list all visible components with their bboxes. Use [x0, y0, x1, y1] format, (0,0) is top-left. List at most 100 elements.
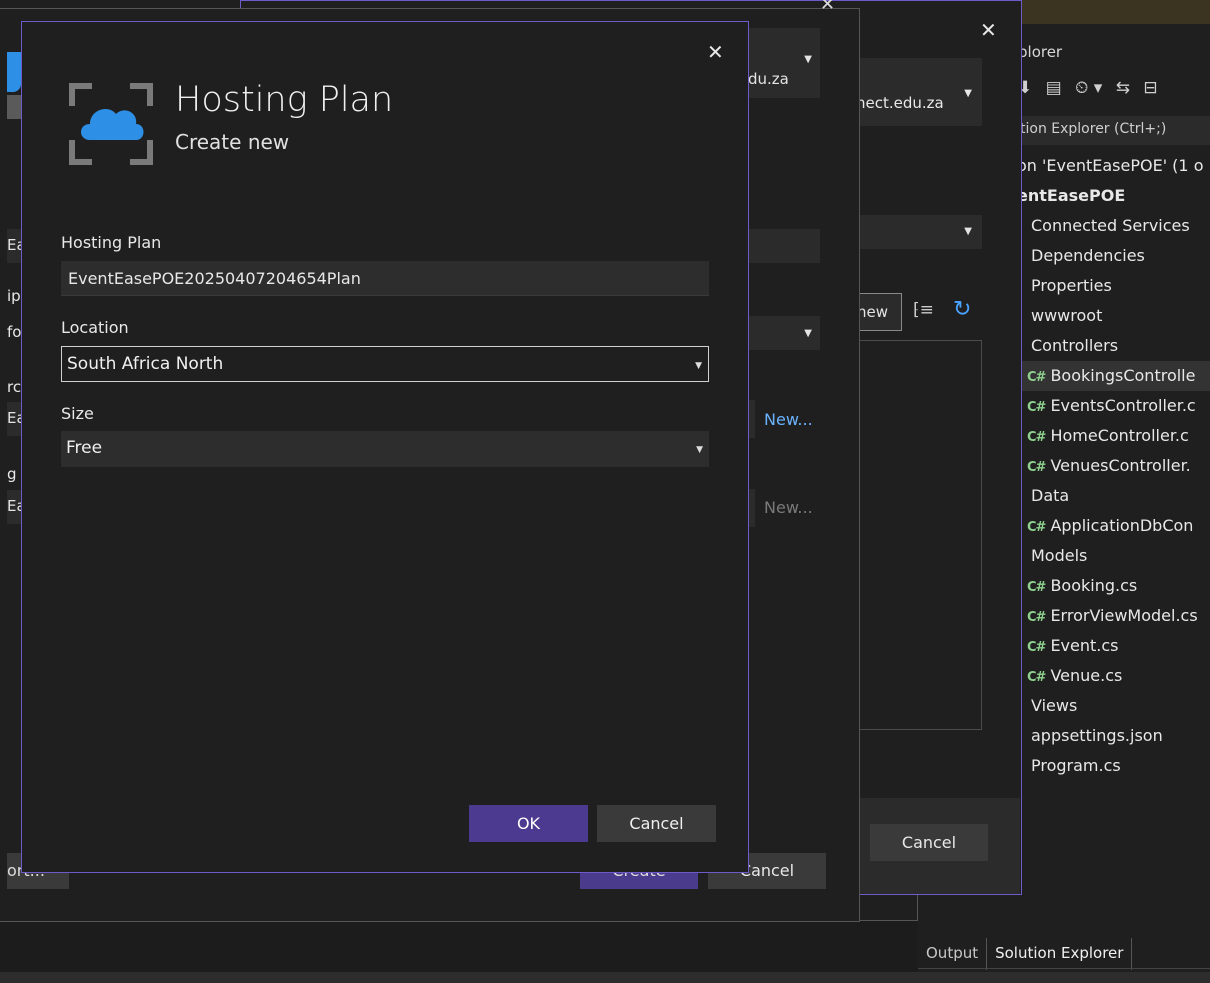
hosting-plan-label: Hosting Plan — [61, 233, 162, 252]
chevron-down-icon: ▼ — [804, 328, 812, 339]
csharp-file-icon: C# — [1027, 580, 1046, 595]
tree-item[interactable]: entEasePOE — [1017, 181, 1210, 211]
middle-cloud-icon — [7, 52, 21, 92]
middle-left-field-2[interactable]: Ea — [7, 402, 21, 436]
location-value: South Africa North — [67, 354, 224, 374]
middle-left-label-2: fo — [7, 323, 22, 341]
tree-item[interactable]: Models — [1017, 541, 1210, 571]
csharp-file-icon: C# — [1027, 370, 1046, 385]
tree-item-label: Models — [1031, 546, 1088, 565]
chevron-down-icon: ▼ — [964, 226, 972, 237]
back-account-text: nect.edu.za — [856, 94, 944, 112]
new-resource-group-link[interactable]: New... — [764, 410, 813, 429]
left-fragment: Ea — [7, 409, 21, 427]
location-dropdown[interactable]: South Africa North ▼ — [61, 346, 709, 382]
tree-item-label: Views — [1031, 696, 1078, 715]
collapse-all-icon[interactable]: ⊟ — [1143, 78, 1157, 98]
tree-item[interactable]: C# Booking.cs — [1017, 571, 1210, 601]
location-label: Location — [61, 318, 129, 337]
tab-solution-explorer[interactable]: Solution Explorer — [986, 938, 1133, 970]
csharp-file-icon: C# — [1027, 670, 1046, 685]
tree-item[interactable]: Views — [1017, 691, 1210, 721]
tree-item[interactable]: C# ErrorViewModel.cs — [1017, 601, 1210, 631]
chevron-down-icon: ▼ — [804, 54, 812, 65]
chevron-down-icon: ▼ — [964, 88, 972, 99]
back-dialog-close-icon[interactable]: ✕ — [980, 18, 997, 42]
tree-item-label: Event.cs — [1050, 636, 1119, 655]
csharp-file-icon: C# — [1027, 640, 1046, 655]
title-bar-strip — [1020, 0, 1210, 24]
tree-item[interactable]: C# HomeController.c — [1017, 421, 1210, 451]
back-account-dropdown[interactable]: nect.edu.za ▼ — [850, 58, 982, 126]
tree-item[interactable]: Program.cs — [1017, 751, 1210, 781]
panel-tabs: Output Solution Explorer — [918, 938, 1133, 970]
middle-left-label-3: rc — [7, 378, 22, 396]
tree-item-label: Data — [1031, 486, 1070, 505]
tree-item[interactable]: C# EventsController.c — [1017, 391, 1210, 421]
tree-item[interactable]: Controllers — [1017, 331, 1210, 361]
middle-subscription-dropdown[interactable]: ▼ — [748, 316, 820, 350]
tree-item[interactable]: Data — [1017, 481, 1210, 511]
middle-left-field-3[interactable]: Ea — [7, 490, 21, 524]
ok-button[interactable]: OK — [469, 805, 588, 842]
tree-item[interactable]: wwwroot — [1017, 301, 1210, 331]
back-resource-list[interactable] — [850, 340, 982, 730]
middle-left-label-4: g — [7, 465, 17, 483]
tree-item[interactable]: C# Event.cs — [1017, 631, 1210, 661]
middle-resource-group-field[interactable] — [748, 400, 755, 438]
hosting-plan-name-input[interactable] — [61, 261, 709, 296]
close-icon[interactable]: ✕ — [707, 40, 724, 64]
middle-hosting-plan-field[interactable] — [748, 489, 755, 527]
tree-item[interactable]: appsettings.json — [1017, 721, 1210, 751]
size-dropdown[interactable]: Free ▼ — [61, 431, 709, 467]
tree-item-label: wwwroot — [1031, 306, 1103, 325]
tree-item-label: HomeController.c — [1050, 426, 1189, 445]
tree-item-label: entEasePOE — [1017, 186, 1126, 205]
tree-item-label: VenuesController. — [1050, 456, 1191, 475]
tree-item[interactable]: C# ApplicationDbCon — [1017, 511, 1210, 541]
csharp-file-icon: C# — [1027, 400, 1046, 415]
tab-underline — [918, 968, 1210, 969]
middle-name-field[interactable] — [748, 229, 820, 263]
tree-item[interactable]: Connected Services — [1017, 211, 1210, 241]
tree-item[interactable]: C# Venue.cs — [1017, 661, 1210, 691]
tree-item[interactable]: C# BookingsControlle — [1017, 361, 1210, 391]
back-cancel-button[interactable]: Cancel — [870, 824, 988, 861]
middle-dialog-bottom-bar — [0, 920, 918, 972]
status-strip — [0, 972, 1210, 983]
sync-icon[interactable]: ⇆ — [1116, 78, 1130, 98]
left-fragment: Ea — [7, 497, 21, 515]
middle-logo-bracket — [7, 95, 21, 119]
tree-item[interactable]: on 'EventEasePOE' (1 o — [1017, 151, 1210, 181]
tree-item[interactable]: Dependencies — [1017, 241, 1210, 271]
chevron-down-icon: ▼ — [696, 445, 703, 455]
cancel-button[interactable]: Cancel — [597, 805, 716, 842]
dialog-title: Hosting Plan — [175, 80, 394, 120]
new-hosting-plan-link[interactable]: New... — [764, 498, 813, 517]
size-label: Size — [61, 404, 94, 423]
tree-item-label: BookingsControlle — [1050, 366, 1196, 385]
back-subscription-dropdown[interactable]: ▼ — [850, 215, 982, 249]
tree-item-label: Controllers — [1031, 336, 1119, 355]
middle-left-label-1: ip — [7, 287, 21, 305]
tree-item-label: Venue.cs — [1050, 666, 1123, 685]
tree-item-label: Booking.cs — [1050, 576, 1138, 595]
solution-tree: on 'EventEasePOE' (1 o entEasePOE Connecte… — [1017, 151, 1210, 781]
refresh-icon[interactable]: ↻ — [953, 297, 971, 322]
tree-item[interactable]: Properties — [1017, 271, 1210, 301]
middle-dialog-close-icon[interactable]: ✕ — [820, 0, 835, 15]
middle-account-dropdown[interactable]: du.za ▼ — [748, 28, 820, 98]
middle-left-field-1[interactable]: Ea — [7, 229, 21, 263]
vs-solution-icon[interactable]: ▤ — [1046, 78, 1062, 98]
tree-item-label: Program.cs — [1031, 756, 1121, 775]
tree-item-label: ErrorViewModel.cs — [1050, 606, 1198, 625]
group-by-icon[interactable]: ⁅≡ — [913, 300, 934, 320]
tree-item[interactable]: C# VenuesController. — [1017, 451, 1210, 481]
tree-item-label: Dependencies — [1031, 246, 1145, 265]
left-fragment: Ea — [7, 236, 21, 254]
solution-explorer-search[interactable]: tion Explorer (Ctrl+;) — [1017, 116, 1210, 145]
history-icon[interactable]: ⏲ ▾ — [1075, 78, 1102, 98]
csharp-file-icon: C# — [1027, 430, 1046, 445]
size-value: Free — [66, 438, 103, 458]
tab-output[interactable]: Output — [918, 938, 986, 970]
